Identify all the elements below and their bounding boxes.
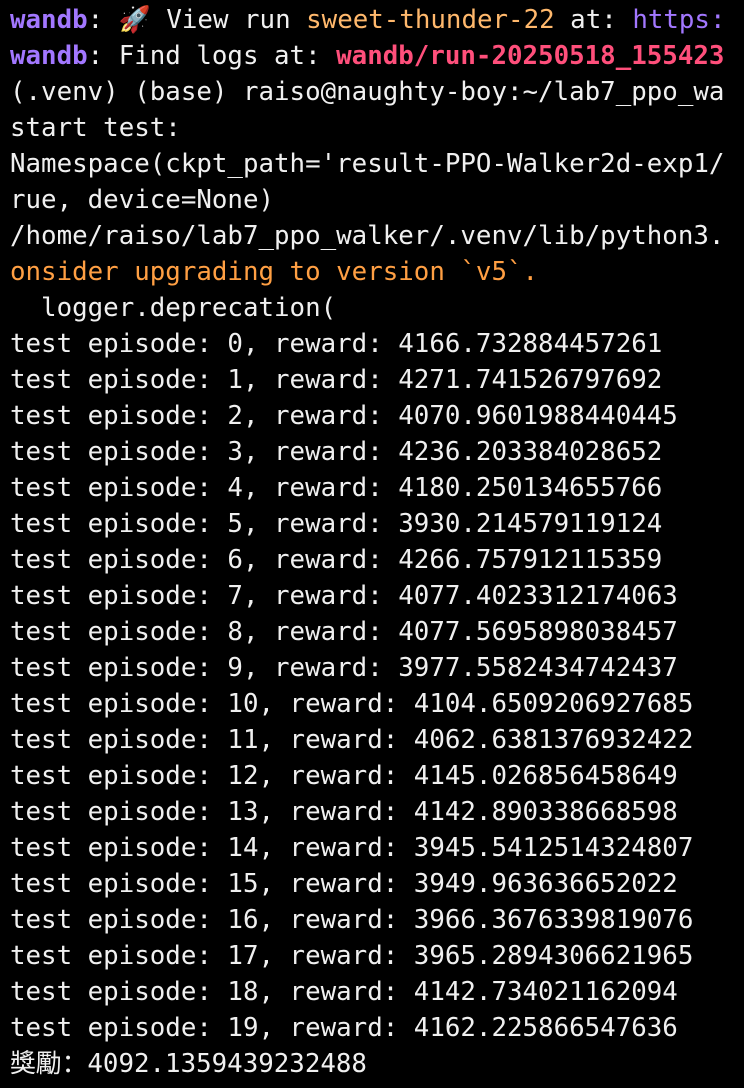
terminal-output[interactable]: wandb: 🚀 View run sweet-thunder-22 at: h…: [0, 0, 744, 1088]
episode-line: test episode: 7, reward: 4077.4023312174…: [10, 581, 678, 611]
run-name: sweet-thunder-22: [306, 5, 555, 35]
wandb-logs-line: wandb: Find logs at: wandb/run-20250518_…: [10, 38, 744, 74]
episode-line: test episode: 6, reward: 4266.7579121153…: [10, 545, 663, 575]
episode-line: test episode: 17, reward: 3965.289430662…: [10, 941, 694, 971]
episode-line: test episode: 8, reward: 4077.5695898038…: [10, 617, 678, 647]
episode-line: test episode: 15, reward: 3949.963636652…: [10, 869, 678, 899]
episode-line: test episode: 19, reward: 4162.225866547…: [10, 1013, 678, 1043]
wandb-tag: wandb: [10, 41, 88, 71]
shell-prompt: (.venv) (base) raiso@naughty-boy:~/lab7_…: [10, 77, 725, 107]
episode-line: test episode: 5, reward: 3930.2145791191…: [10, 509, 663, 539]
episode-line: test episode: 18, reward: 4142.734021162…: [10, 977, 678, 1007]
episode-line: test episode: 13, reward: 4142.890338668…: [10, 797, 678, 827]
episode-line: test episode: 2, reward: 4070.9601988440…: [10, 401, 678, 431]
wandb-view-run-line: wandb: 🚀 View run sweet-thunder-22 at: h…: [10, 2, 744, 38]
average-reward-line: 獎勵：4092.1359439232488: [10, 1049, 367, 1079]
at-text: at:: [554, 5, 633, 35]
episode-line: test episode: 12, reward: 4145.026856458…: [10, 761, 678, 791]
episode-line: test episode: 1, reward: 4271.7415267976…: [10, 365, 663, 395]
deprecation-warning-line: onsider upgrading to version `v5`.: [10, 257, 539, 287]
log-path-link[interactable]: wandb/run-20250518_155423: [336, 41, 724, 71]
episode-line: test episode: 16, reward: 3966.367633981…: [10, 905, 694, 935]
wandb-sep: :: [87, 5, 119, 35]
namespace-line-1: Namespace(ckpt_path='result-PPO-Walker2d…: [10, 149, 725, 179]
run-url-link[interactable]: https:: [632, 5, 725, 35]
logger-deprecation-line: logger.deprecation(: [10, 293, 337, 323]
wandb-tag: wandb: [10, 5, 88, 35]
episode-line: test episode: 4, reward: 4180.2501346557…: [10, 473, 663, 503]
episode-line: test episode: 11, reward: 4062.638137693…: [10, 725, 694, 755]
episode-line: test episode: 10, reward: 4104.650920692…: [10, 689, 694, 719]
namespace-line-2: rue, device=None): [10, 185, 275, 215]
warning-path-line: /home/raiso/lab7_ppo_walker/.venv/lib/py…: [10, 221, 725, 251]
find-logs-text: : Find logs at:: [87, 41, 337, 71]
view-run-text: View run: [150, 5, 307, 35]
start-test-line: start test:: [10, 113, 181, 143]
episode-line: test episode: 9, reward: 3977.5582434742…: [10, 653, 678, 683]
episode-line: test episode: 14, reward: 3945.541251432…: [10, 833, 694, 863]
episode-line: test episode: 0, reward: 4166.7328844572…: [10, 329, 663, 359]
episode-line: test episode: 3, reward: 4236.2033840286…: [10, 437, 663, 467]
rocket-icon: 🚀: [118, 5, 151, 35]
